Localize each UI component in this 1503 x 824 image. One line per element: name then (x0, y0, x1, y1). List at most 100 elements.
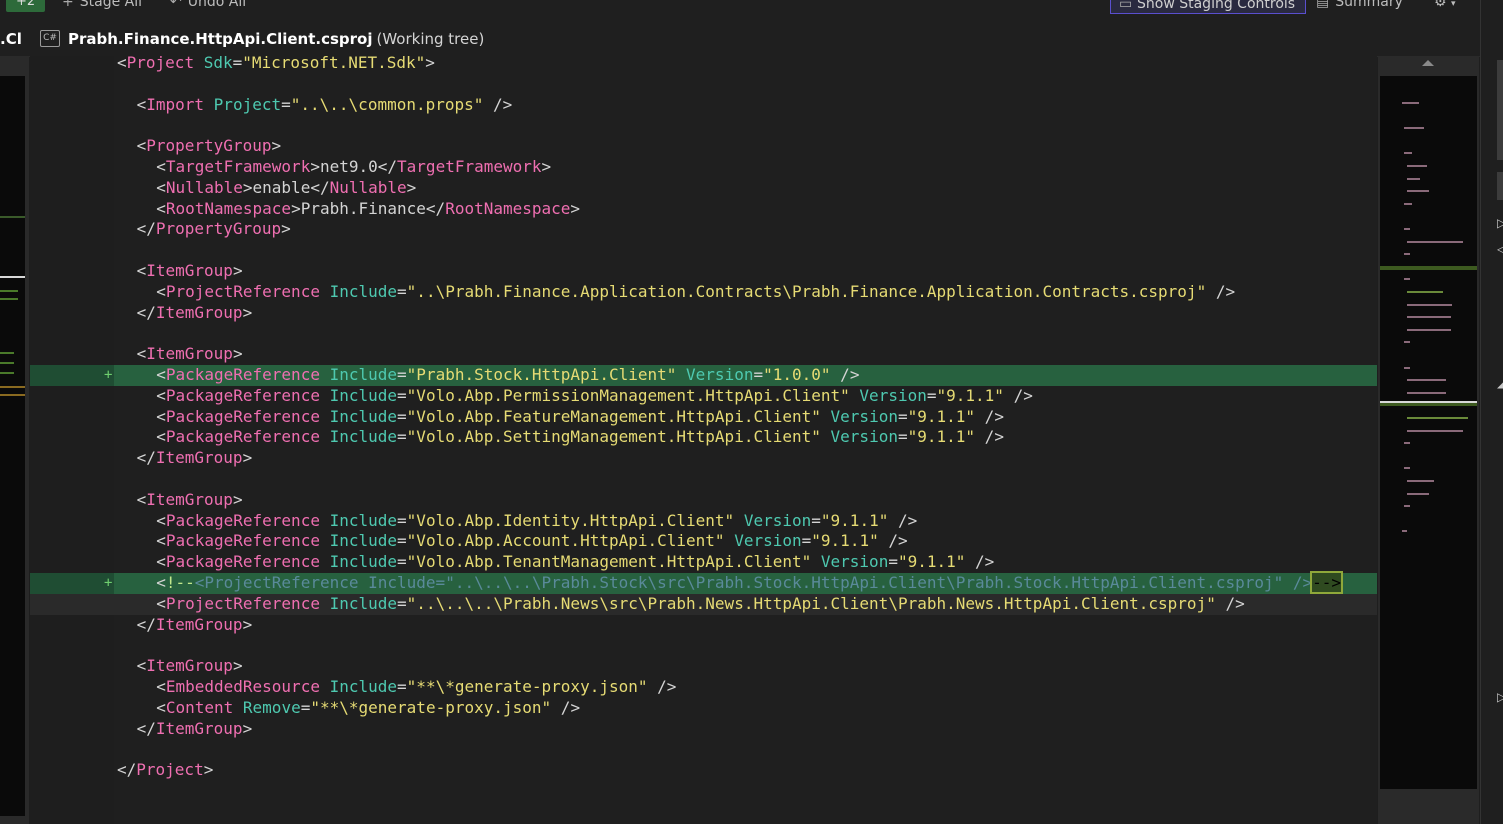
code-text: <PackageReference Include="Volo.Abp.Perm… (156, 386, 1033, 407)
code-token: RootNamespace (165, 198, 292, 218)
code-token: < (156, 385, 166, 405)
code-line[interactable]: <PackageReference Include="Volo.Abp.Feat… (30, 407, 1377, 428)
code-line[interactable]: <Project Sdk="Microsoft.NET.Sdk"> (30, 53, 1377, 74)
undo-all-button[interactable]: ↶ Undo All (170, 0, 246, 10)
code-token: Version (820, 552, 889, 572)
code-token: < (156, 593, 166, 613)
code-token: Version (743, 510, 812, 530)
code-line[interactable]: </PropertyGroup> (30, 219, 1377, 240)
minimap-line (1404, 278, 1410, 281)
collapse-arrow-icon[interactable]: ◁ (1497, 242, 1503, 256)
code-token: Project (126, 53, 195, 72)
code-line[interactable]: <ItemGroup> (30, 344, 1377, 365)
code-line[interactable]: <ProjectReference Include="..\..\..\Prab… (30, 593, 1377, 615)
undo-icon: ↶ (170, 0, 182, 10)
code-token: "9.1.1" (936, 385, 1004, 405)
code-line[interactable]: <PackageReference Include="Volo.Abp.Sett… (30, 427, 1377, 448)
code-token: = (888, 552, 898, 572)
code-line[interactable]: <Nullable>enable</Nullable> (30, 178, 1377, 199)
code-line[interactable] (30, 635, 1377, 656)
code-line[interactable] (30, 240, 1377, 261)
code-minimap[interactable] (1380, 76, 1477, 789)
expand-arrow-icon[interactable]: ▷ (1497, 216, 1503, 230)
code-line[interactable]: </ItemGroup> (30, 719, 1377, 740)
code-token: "..\..\common.props" (290, 94, 484, 114)
scrollbar-thumb[interactable] (1497, 60, 1503, 160)
code-token: "Volo.Abp.PermissionManagement.HttpApi.C… (406, 385, 850, 405)
code-token: "1.0.0" (763, 365, 831, 384)
code-token: </ (136, 614, 156, 634)
code-line[interactable]: <ItemGroup> (30, 261, 1377, 282)
code-text: <TargetFramework>net9.0</TargetFramework… (156, 157, 551, 178)
code-token: = (397, 552, 407, 572)
tab-previous[interactable]: .Cl (0, 30, 22, 48)
expand-arrow-icon[interactable]: ▷ (1497, 690, 1503, 704)
minimap-line (1402, 102, 1419, 104)
code-line[interactable]: <PackageReference Include="Volo.Abp.Acco… (30, 531, 1377, 552)
change-count-badge: +2 (6, 0, 46, 12)
code-token: ItemGroup (155, 614, 243, 634)
code-token: < (156, 198, 166, 218)
code-line[interactable]: <PackageReference Include="Volo.Abp.Perm… (30, 386, 1377, 407)
minimap-line (0, 216, 25, 218)
code-line[interactable]: <PackageReference Include="Volo.Abp.Tena… (30, 552, 1377, 573)
code-line[interactable]: <EmbeddedResource Include="**\*generate-… (30, 677, 1377, 698)
scroll-up-arrow-icon[interactable] (1422, 60, 1434, 66)
added-code-line[interactable]: + <PackageReference Include="Prabh.Stock.… (30, 365, 1377, 386)
code-line[interactable]: <ItemGroup> (30, 490, 1377, 511)
code-text: <ItemGroup> (137, 344, 243, 365)
stage-all-button[interactable]: + Stage All (62, 0, 142, 10)
settings-button[interactable]: ⚙ ▾ (1434, 0, 1456, 12)
code-editor[interactable]: <Project Sdk="Microsoft.NET.Sdk"> <Import… (30, 53, 1377, 824)
code-line[interactable]: <ProjectReference Include="..\Prabh.Fina… (30, 282, 1377, 303)
gear-icon: ⚙ (1434, 0, 1447, 10)
code-token: "**\*generate-proxy.json" (310, 697, 552, 717)
code-token: = (397, 593, 407, 613)
overview-ruler[interactable]: ▷ ◁ ◢ ▷ (1480, 0, 1503, 824)
code-line[interactable]: <Import Project="..\..\common.props" /> (30, 95, 1377, 116)
code-token: /> (830, 365, 860, 384)
code-text: </ItemGroup> (137, 719, 253, 740)
code-token: > (232, 656, 243, 676)
code-token: < (156, 697, 166, 717)
code-line[interactable]: </Project> (30, 760, 1377, 781)
code-line[interactable]: </ItemGroup> (30, 448, 1377, 469)
code-line[interactable] (30, 739, 1377, 760)
code-line[interactable]: <TargetFramework>net9.0</TargetFramework… (30, 157, 1377, 178)
left-pane-minimap[interactable] (0, 56, 29, 824)
code-text: <PackageReference Include="Prabh.Stock.H… (156, 365, 859, 386)
code-line[interactable]: <PropertyGroup> (30, 136, 1377, 157)
code-line[interactable]: </ItemGroup> (30, 615, 1377, 636)
working-tree-label: (Working tree) (376, 30, 485, 48)
minimap-line (1406, 303, 1453, 306)
code-token: ProjectReference (165, 281, 320, 301)
minimap-line (1406, 480, 1434, 482)
code-text: <ProjectReference Include="..\..\..\Prab… (156, 594, 1245, 615)
code-line[interactable]: <Content Remove="**\*generate-proxy.json… (30, 698, 1377, 719)
code-token: = (753, 365, 764, 384)
minimap-line (1406, 429, 1464, 432)
minimap-line (1406, 177, 1421, 180)
code-line[interactable] (30, 323, 1377, 344)
summary-label: Summary (1335, 0, 1403, 10)
added-line-marker: + (104, 367, 113, 383)
show-staging-controls-button[interactable]: ▭ Show Staging Controls (1110, 0, 1306, 14)
code-line[interactable]: <PackageReference Include="Volo.Abp.Iden… (30, 511, 1377, 532)
code-token: < (136, 261, 147, 280)
code-line[interactable]: </ItemGroup> (30, 303, 1377, 324)
code-token: "9.1.1" (820, 510, 889, 530)
code-token: "9.1.1" (811, 531, 879, 551)
summary-button[interactable]: ▤ Summary (1316, 0, 1403, 10)
code-line[interactable]: <RootNamespace>Prabh.Finance</RootNamesp… (30, 199, 1377, 220)
added-code-line[interactable]: + <!--<ProjectReference Include="..\..\..… (30, 571, 1377, 594)
code-line[interactable]: <ItemGroup> (30, 656, 1377, 677)
code-line[interactable] (30, 74, 1377, 95)
code-line[interactable] (30, 469, 1377, 490)
code-token: "..\Prabh.Finance.Application.Contracts\… (406, 281, 1207, 301)
code-line[interactable] (30, 115, 1377, 136)
code-token: /> (965, 552, 995, 572)
code-token: </ (117, 760, 137, 780)
code-token: "Volo.Abp.TenantManagement.HttpApi.Clien… (406, 552, 812, 572)
